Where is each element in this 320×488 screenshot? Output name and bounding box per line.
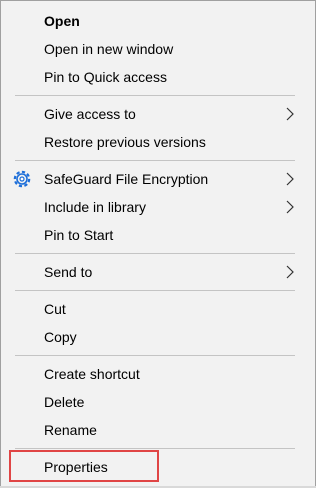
menu-item-restore-previous-versions[interactable]: Restore previous versions [1,128,315,156]
chevron-right-icon [286,200,294,214]
menu-item-pin-to-start[interactable]: Pin to Start [1,221,315,249]
menu-separator [15,253,295,254]
safeguard-gear-icon [13,170,31,188]
menu-item-label: Send to [44,264,93,280]
menu-item-label: Include in library [44,199,146,215]
menu-item-open-in-new-window[interactable]: Open in new window [1,35,315,63]
menu-item-delete[interactable]: Delete [1,388,315,416]
context-menu: Open Open in new window Pin to Quick acc… [0,0,316,488]
menu-item-label: Pin to Quick access [44,69,167,85]
menu-item-label: Give access to [44,106,136,122]
menu-item-label: Create shortcut [44,366,140,382]
menu-item-cut[interactable]: Cut [1,295,315,323]
menu-item-label: Pin to Start [44,227,114,243]
menu-item-include-in-library[interactable]: Include in library [1,193,315,221]
chevron-right-icon [286,265,294,279]
menu-item-copy[interactable]: Copy [1,323,315,351]
menu-item-label: Delete [44,394,85,410]
properties-highlight-box [9,450,159,482]
chevron-right-icon [286,172,294,186]
menu-separator [15,290,295,291]
menu-separator [15,448,295,449]
menu-item-give-access-to[interactable]: Give access to [1,100,315,128]
menu-separator [15,355,295,356]
menu-item-safeguard-file-encryption[interactable]: SafeGuard File Encryption [1,165,315,193]
menu-item-rename[interactable]: Rename [1,416,315,444]
menu-item-label: Cut [44,301,66,317]
menu-item-send-to[interactable]: Send to [1,258,315,286]
chevron-right-icon [286,107,294,121]
menu-separator [15,160,295,161]
menu-item-create-shortcut[interactable]: Create shortcut [1,360,315,388]
menu-separator [15,95,295,96]
menu-item-label: Open in new window [44,41,174,57]
menu-item-label: Copy [44,329,77,345]
menu-item-label: Rename [44,422,97,438]
menu-item-label: Open [44,13,80,29]
menu-item-label: Restore previous versions [44,134,206,150]
menu-item-label: SafeGuard File Encryption [44,171,209,187]
menu-item-pin-to-quick-access[interactable]: Pin to Quick access [1,63,315,91]
menu-item-open[interactable]: Open [1,7,315,35]
